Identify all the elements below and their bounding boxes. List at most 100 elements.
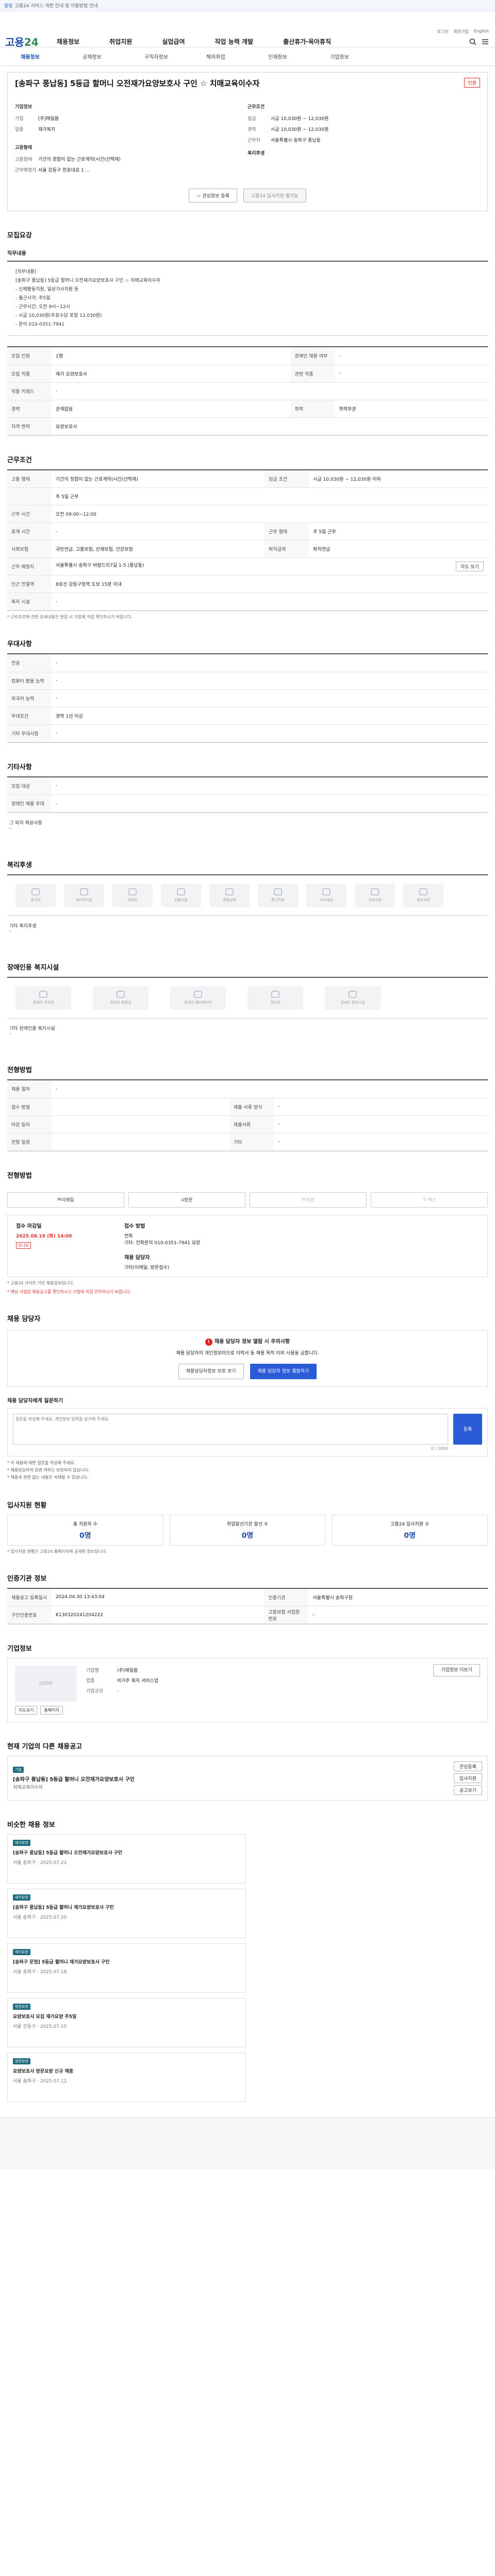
menu-icon[interactable] xyxy=(482,38,489,45)
company-more-button[interactable]: 기업정보 더보기 xyxy=(433,1664,480,1676)
table-row: 인근 전철역 8호선 강동구청역 도보 15분 이내 xyxy=(7,575,488,593)
map-button[interactable]: 지도 보기 xyxy=(456,562,484,571)
table-key: 마감 일자 xyxy=(7,1115,52,1133)
similar-meta: 서울 송파구 · 2025.07.21 xyxy=(13,1860,67,1866)
welfare-item-label: 교육지원 xyxy=(368,898,382,902)
login-link[interactable]: 로그인 xyxy=(437,29,449,35)
subnav-item-active[interactable]: 채용정보 xyxy=(21,53,82,60)
similar-section-title: 비슷한 채용 정보 xyxy=(7,1821,55,1829)
education-icon xyxy=(371,888,379,895)
duties-box: [직무내용] [송파구 풍납동] 5등급 할머니 오전재가요양보호사 구인 ☆ … xyxy=(7,261,488,336)
top-notice-bar[interactable]: 알림 고용24 서비스 개편 안내 및 이용방법 안내 xyxy=(0,0,495,11)
welfare-item: 자녀학자금 xyxy=(64,884,104,907)
officer-view-button[interactable]: 채용 담당자 정보 열람하기 xyxy=(250,1363,317,1379)
similar-tag: 재가요양 xyxy=(13,1949,30,1955)
disabled-item: 장애인 편의시설 xyxy=(325,986,381,1010)
gnb-item[interactable]: 실업급여 xyxy=(162,37,185,46)
gnb-item[interactable]: 취업지원 xyxy=(109,37,132,46)
table-row: 근무 시간 오전 09:00~12:00 xyxy=(7,505,488,523)
site-header: 고용24 채용정보 취업지원 실업급여 직업 능력 개발 출산휴가·육아휴직 로… xyxy=(0,11,495,49)
subnav-item[interactable]: 구직자정보 xyxy=(144,53,206,60)
accessibility-icon xyxy=(349,991,357,998)
subnav-item[interactable]: 기업정보 xyxy=(330,53,392,60)
officer-protect-button[interactable]: 채용담당자정보 보호 보기 xyxy=(178,1363,244,1379)
table-value: - xyxy=(335,365,488,383)
search-icon[interactable] xyxy=(469,38,476,45)
other-job-apply-button[interactable]: 입사지원 xyxy=(453,1773,482,1783)
welfare-item-label: 의료비 xyxy=(127,898,138,902)
disabled-item-label: 경사로 xyxy=(270,1001,280,1005)
table-row: 경력 관계없음 학력 학력무관 xyxy=(7,400,488,418)
table-key: 우대조건 xyxy=(7,707,52,725)
table-value: K130320241204222 xyxy=(52,1606,265,1624)
english-link[interactable]: English xyxy=(474,29,489,35)
table-value: 1명 xyxy=(52,347,291,365)
company-home-button[interactable]: 홈페이지 xyxy=(40,1706,63,1715)
qna-note: * 이 채용에 대한 질문을 작성해 주세요. xyxy=(7,1460,76,1465)
disabled-item: 장애인 화장실 xyxy=(93,986,148,1010)
conditions-section-title: 근무조건 xyxy=(7,456,32,464)
kv-row: 근무지 서울특별시 송파구 풍납동 xyxy=(248,137,480,143)
company-name-label: 기업명 xyxy=(86,1668,99,1673)
site-logo[interactable]: 고용24 xyxy=(5,34,39,49)
summary-grid: 기업정보 기업 [주]매일봄 업종 재가복지 고용형태 고용형태 기간의 정함이 없는… xyxy=(15,103,480,177)
similar-job-card[interactable]: 방문요양 요양보호사 모집 재가요양 주5일 서울 강동구 · 2025.07.… xyxy=(7,1998,246,2047)
similar-job-card[interactable]: 재가요양 [송파구 풍납동] 5등급 할머니 재가요양보호사 구인 서울 송파구… xyxy=(7,1889,246,1938)
method-fax-button[interactable]: ☏ 팩스 xyxy=(371,1192,488,1208)
gnb-item[interactable]: 직업 능력 개발 xyxy=(215,37,254,46)
similar-title: [송파구 풍납동] 5등급 할머니 재가요양보호사 구인 xyxy=(13,1905,114,1910)
parking-icon xyxy=(39,991,47,998)
kv-key: 고용형태 xyxy=(15,157,32,162)
similar-meta: 서울 강동구 · 2025.07.15 xyxy=(13,2024,67,2029)
table-key: 모집 대상 xyxy=(7,777,52,795)
welfare-section-title: 복리후생 xyxy=(7,861,32,869)
summary-buttons: ☆ 관심정보 등록 고용24 입사지원 불가능 xyxy=(15,189,480,202)
qna-submit-button[interactable]: 등록 xyxy=(453,1413,482,1445)
gnb-item[interactable]: 채용정보 xyxy=(57,37,79,46)
subnav-item[interactable]: 해외취업 xyxy=(206,53,268,60)
prefer-table-box: 전공 - 컴퓨터 활용 능력 - 외국어 능력 - 우대조건 경력 1년 이상 기타 우… xyxy=(7,653,488,743)
gnb-item[interactable]: 출산휴가·육아휴직 xyxy=(283,37,331,46)
logo-main: 고용 xyxy=(5,36,24,48)
table-row: 주 5일 근무 xyxy=(7,487,488,505)
apply-note: * 고용24 사이트 기반 채용정보입니다. xyxy=(7,1280,74,1285)
table-key: 퇴직급여 xyxy=(265,540,309,558)
company-industry-row: 업종 비거주 복지 서비스업 xyxy=(86,1676,424,1686)
similar-job-card[interactable]: 방문요양 요양보호사 방문요양 신규 채용 서울 송파구 · 2025.07.1… xyxy=(7,2053,246,2102)
qna-textarea[interactable] xyxy=(13,1413,448,1445)
table-key: 구인인증번호 xyxy=(7,1606,52,1624)
notice-text[interactable]: 고용24 서비스 개편 안내 및 이용방법 안내 xyxy=(15,2,98,9)
company-size-row: 기업규모 - xyxy=(86,1686,424,1697)
subnav-item[interactable]: 인재정보 xyxy=(268,53,330,60)
method-mail-button[interactable]: ✉ 우편 xyxy=(250,1192,367,1208)
disabled-box: 장애인 주차장 장애인 화장실 장애인 엘리베이터 경사로 장애인 편의시설 xyxy=(7,977,488,1018)
company-more-wrap: 기업정보 더보기 xyxy=(433,1664,480,1715)
subnav-item[interactable]: 공채정보 xyxy=(82,53,144,60)
table-value: - xyxy=(52,794,488,812)
similar-job-card[interactable]: 재가요양 [송파구 풍납동] 5등급 할머니 오전재가요양보호사 구인 서울 송… xyxy=(7,1834,246,1884)
signup-link[interactable]: 회원가입 xyxy=(454,29,469,35)
method-visit-button[interactable]: ⌂ 방문 xyxy=(128,1192,245,1208)
table-row: 휴게 시간 - 근무 형태 주 5일 근무 xyxy=(7,522,488,540)
table-value: 요양보호사 xyxy=(52,417,488,435)
table-value: 경력 1년 이상 xyxy=(52,707,488,725)
disabled-item: 장애인 주차장 xyxy=(15,986,71,1010)
table-value: 학력무관 xyxy=(335,400,488,418)
employer-heading: 기업정보 xyxy=(15,105,32,110)
welfare-box: 휴가비 자녀학자금 의료비 선물지원 명절상여 통근차량 식사제공 교육지원 경… xyxy=(7,874,488,916)
other-job-view-button[interactable]: 공고보기 xyxy=(453,1785,482,1795)
company-map-button[interactable]: 지도보기 xyxy=(15,1706,38,1715)
other-job-interest-button[interactable]: 관심등록 xyxy=(453,1761,482,1771)
page-footer xyxy=(0,2117,495,2169)
similar-job-card[interactable]: 재가요양 [송파구 문정] 5등급 할머니 재가요양보호사 구인 서울 송파구 … xyxy=(7,1943,246,1993)
kv-value: 시급 10,030원 ~ 12,030원 xyxy=(271,116,329,122)
table-value: - xyxy=(52,777,488,795)
method-email-button[interactable]: ✉ 이메일 xyxy=(7,1192,124,1208)
similar-card-grid: 재가요양 [송파구 풍납동] 5등급 할머니 오전재가요양보호사 구인 서울 송… xyxy=(7,1834,488,2102)
util-links: 로그인 회원가입 English xyxy=(437,29,489,35)
other-job-card[interactable]: 기업 [송파구 풍납동] 5등급 할머니 오전재가요양보호사 구인 치매교육이수… xyxy=(7,1756,488,1801)
welfare-other-label: 기타 복리후생 xyxy=(9,924,37,929)
interest-button[interactable]: ☆ 관심정보 등록 xyxy=(189,189,237,202)
apply-disabled-button[interactable]: 고용24 입사지원 불가능 xyxy=(243,189,306,202)
ramp-icon xyxy=(271,991,279,998)
